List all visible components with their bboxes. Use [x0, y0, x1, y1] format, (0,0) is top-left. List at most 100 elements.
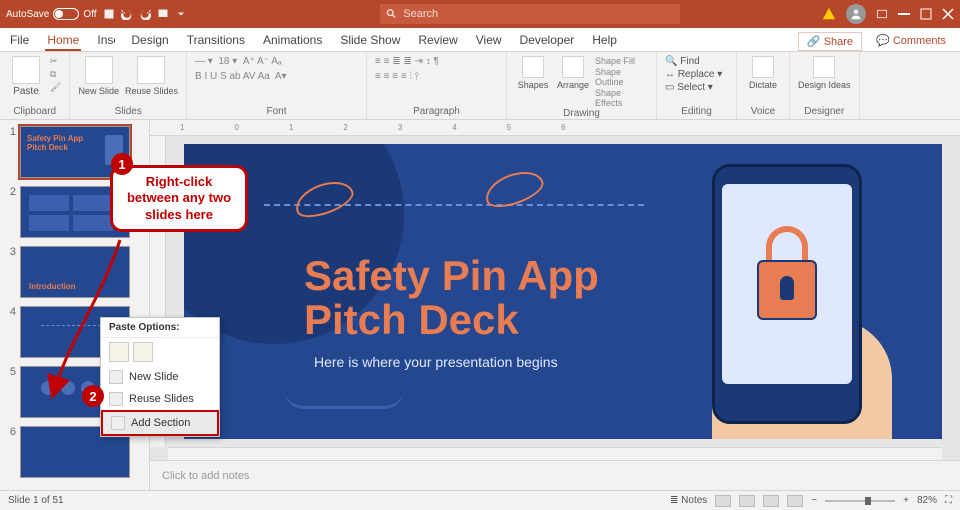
close-icon[interactable]	[942, 8, 954, 20]
autosave-pill[interactable]	[53, 8, 79, 20]
format-painter-icon[interactable]: 🖌	[50, 82, 61, 93]
find-button[interactable]: 🔍 Find	[665, 56, 728, 67]
tab-review[interactable]: Review	[416, 29, 459, 51]
zoom-slider[interactable]	[825, 500, 895, 502]
notes-toggle[interactable]: ≣ Notes	[670, 495, 707, 506]
paste-button[interactable]: Paste	[8, 56, 44, 97]
fit-to-window-button[interactable]: ⛶	[945, 495, 952, 506]
tab-file[interactable]: File	[8, 29, 31, 51]
copy-icon[interactable]: ⧉	[50, 69, 61, 80]
view-sorter-button[interactable]	[739, 495, 755, 507]
select-button[interactable]: ▭ Select ▾	[665, 82, 728, 93]
safety-pin-icon	[481, 165, 548, 214]
annotation-marker-1: 1	[111, 153, 133, 175]
thumbnail-number: 2	[4, 186, 16, 198]
view-reading-button[interactable]	[763, 495, 779, 507]
ribbon-options-icon[interactable]	[876, 8, 888, 20]
group-slides: New Slide Reuse Slides Slides	[70, 52, 187, 119]
font-row-2[interactable]: B I U S ab AV Aa A▾	[195, 71, 358, 82]
paste-options-rowons	[101, 338, 219, 366]
shape-outline-button[interactable]: Shape Outline	[595, 67, 648, 87]
maximize-icon[interactable]	[920, 8, 932, 20]
autosave-state: Off	[83, 9, 96, 20]
comments-button[interactable]: 💬 Comments	[870, 32, 952, 51]
group-label-voice: Voice	[745, 106, 781, 119]
reuse-slides-icon	[109, 392, 123, 406]
search-box[interactable]	[380, 4, 680, 24]
tab-insert[interactable]: Insert	[95, 29, 115, 51]
view-slideshow-button[interactable]	[787, 495, 803, 507]
tab-animations[interactable]: Animations	[261, 29, 324, 51]
tab-right-buttons: 🔗 Share 💬 Comments	[798, 32, 952, 51]
zoom-out-button[interactable]: −	[811, 495, 817, 506]
thumbnail-row[interactable]: 3 Introduction	[4, 246, 145, 298]
warning-icon[interactable]	[822, 7, 836, 21]
add-section-icon	[111, 416, 125, 430]
decorative-squiggle	[284, 389, 404, 409]
shapes-button[interactable]: Shapes	[515, 56, 551, 90]
zoom-level[interactable]: 82%	[917, 495, 937, 506]
paragraph-row-2[interactable]: ≡ ≡ ≡ ≡ ⫶ ⫯	[375, 71, 498, 82]
context-reuse-slides[interactable]: Reuse Slides	[101, 388, 219, 410]
status-bar: Slide 1 of 51 ≣ Notes − + 82% ⛶	[0, 490, 960, 510]
tab-transitions[interactable]: Transitions	[185, 29, 247, 51]
ribbon-tabs: File Home Insert Design Transitions Anim…	[0, 28, 960, 52]
slide-subtitle[interactable]: Here is where your presentation begins	[314, 354, 558, 370]
tab-developer[interactable]: Developer	[518, 29, 577, 51]
canvas-wrap: Safety Pin App Pitch Deck Here is where …	[150, 136, 960, 447]
notes-pane[interactable]: Click to add notes	[150, 460, 960, 490]
tab-help[interactable]: Help	[590, 29, 619, 51]
context-add-section[interactable]: Add Section	[101, 410, 219, 436]
group-editing: 🔍 Find ↔ Replace ▾ ▭ Select ▾ Editing	[657, 52, 737, 119]
quick-access-toolbar: AutoSave Off	[6, 8, 187, 20]
tab-design[interactable]: Design	[129, 29, 170, 51]
thumbnail-number: 4	[4, 306, 16, 318]
autosave-toggle[interactable]: AutoSave Off	[6, 8, 97, 20]
phone-screen	[722, 184, 852, 384]
shape-effects-button[interactable]: Shape Effects	[595, 88, 648, 108]
paste-option-picture[interactable]	[133, 342, 153, 362]
search-input[interactable]	[403, 8, 674, 20]
group-drawing: Shapes Arrange Shape Fill Shape Outline …	[507, 52, 657, 119]
slide-title[interactable]: Safety Pin App Pitch Deck	[304, 254, 599, 342]
new-slide-button[interactable]: New Slide	[78, 56, 119, 96]
cut-icon[interactable]: ✂	[50, 56, 61, 67]
start-from-beginning-icon[interactable]	[157, 8, 169, 20]
minimize-icon[interactable]	[898, 13, 910, 15]
dictate-button[interactable]: Dictate	[745, 56, 781, 90]
ribbon: Paste ✂ ⧉ 🖌 Clipboard New Slide Reuse Sl…	[0, 52, 960, 120]
redo-icon[interactable]	[139, 8, 151, 20]
design-ideas-button[interactable]: Design Ideas	[798, 56, 851, 90]
replace-button[interactable]: ↔ Replace ▾	[665, 69, 728, 80]
account-avatar[interactable]	[846, 4, 866, 24]
tab-view[interactable]: View	[474, 29, 504, 51]
tab-slideshow[interactable]: Slide Show	[338, 29, 402, 51]
group-label-font: Font	[195, 106, 358, 119]
reuse-slides-button[interactable]: Reuse Slides	[125, 56, 178, 96]
thumbnail-number: 3	[4, 246, 16, 258]
paragraph-row-1[interactable]: ≡ ≡ ≣ ≣ ⇥ ↕ ¶	[375, 56, 498, 67]
ruler-horizontal[interactable]: 1 0 1 2 3 4 5 6	[150, 120, 960, 136]
window-controls-area	[822, 4, 954, 24]
group-label-clipboard: Clipboard	[8, 106, 61, 119]
arrange-button[interactable]: Arrange	[555, 56, 591, 90]
view-normal-button[interactable]	[715, 495, 731, 507]
undo-icon[interactable]	[121, 8, 133, 20]
tab-home[interactable]: Home	[45, 29, 81, 51]
new-slide-icon	[109, 370, 123, 384]
zoom-in-button[interactable]: +	[903, 495, 909, 506]
slide-thumbnail-3[interactable]: Introduction	[20, 246, 130, 298]
slide-counter[interactable]: Slide 1 of 51	[8, 495, 64, 506]
shape-fill-button[interactable]: Shape Fill	[595, 56, 648, 66]
paste-option-destination-theme[interactable]	[109, 342, 129, 362]
scrollbar-horizontal[interactable]	[168, 447, 942, 460]
context-new-slide[interactable]: New Slide	[101, 366, 219, 388]
qat-more-icon[interactable]	[175, 8, 187, 20]
share-button[interactable]: 🔗 Share	[798, 32, 862, 51]
title-bar: AutoSave Off Safety…	[0, 0, 960, 28]
group-label-slides: Slides	[78, 106, 178, 119]
font-row-1[interactable]: — ▾ 18 ▾ A⁺ A⁻ Aₐ	[195, 56, 358, 67]
save-icon[interactable]	[103, 8, 115, 20]
slide-canvas[interactable]: Safety Pin App Pitch Deck Here is where …	[184, 144, 942, 439]
annotation-marker-2: 2	[82, 385, 104, 407]
